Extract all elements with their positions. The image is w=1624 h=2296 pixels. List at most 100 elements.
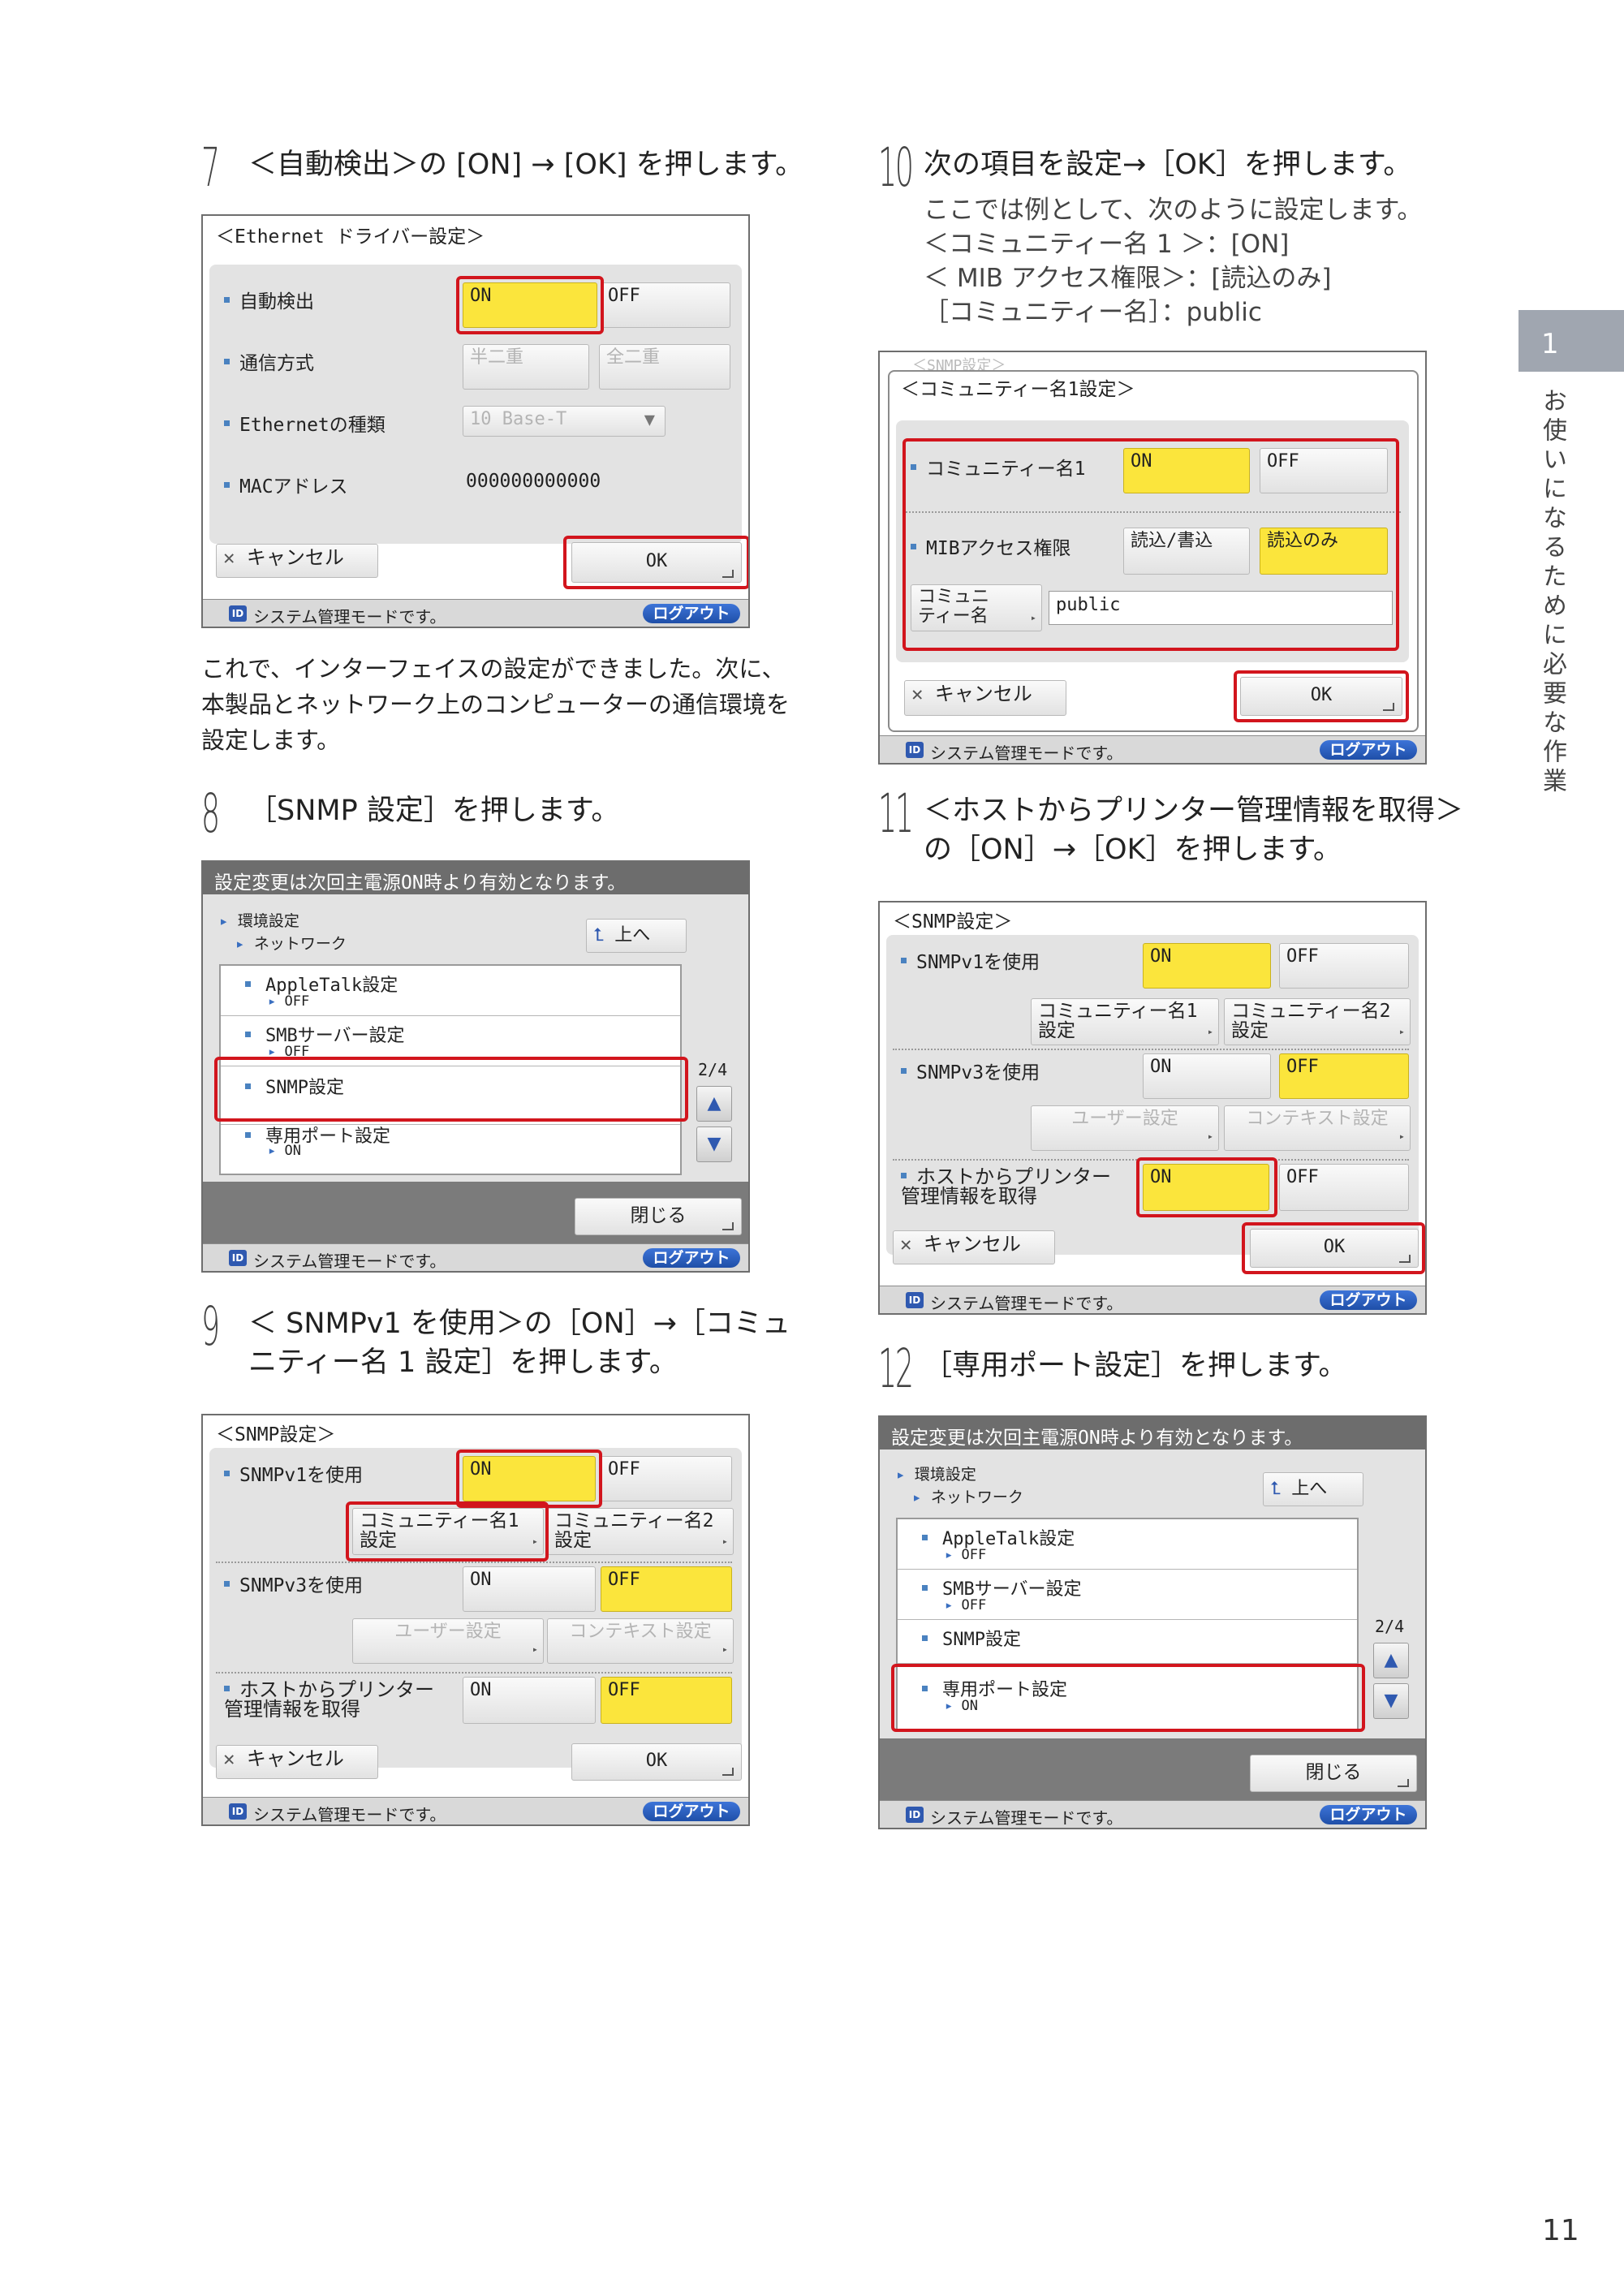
network-settings-screen: 設定変更は次回主電源ON時より有効となります。 ▸ 環境設定 ▸ ネットワーク …	[201, 860, 750, 1273]
status-bar: ID システム管理モードです。 ログアウト	[203, 599, 748, 627]
id-icon: ID	[229, 1250, 247, 1266]
logout-button[interactable]: ログアウト	[1320, 1290, 1417, 1310]
community1-settings-button[interactable]: コミュニティー名1 設定 ▸	[1031, 998, 1219, 1045]
list-item[interactable]: AppleTalk設定OFF	[221, 966, 680, 1016]
scroll-up-icon[interactable]: ▲	[1373, 1643, 1409, 1678]
ethernet-driver-screen: ＜Ethernet ドライバー設定＞ 自動検出 ON OFF 通信方式 半二重 …	[201, 214, 750, 628]
snmpv1-on-button[interactable]: ON	[1143, 943, 1271, 989]
list-item[interactable]: AppleTalk設定OFF	[898, 1519, 1357, 1570]
highlight-box	[214, 1057, 688, 1122]
chapter-tab: 1	[1518, 310, 1624, 372]
ethernet-type-label: Ethernetの種類	[224, 409, 386, 437]
close-icon: ✕	[223, 1747, 247, 1770]
cancel-button[interactable]: ✕ キャンセル	[216, 544, 378, 578]
community2-settings-button[interactable]: コミュニティー名2 設定 ▸	[547, 1508, 734, 1555]
status-bar: ID システム管理モードです。 ログアウト	[203, 1243, 748, 1271]
community-name-screen: ＜SNMP設定＞ ＜コミュニティー名1設定＞ コミュニティー名1 ON OFF …	[878, 351, 1427, 765]
network-settings-screen: 設定変更は次回主電源ON時より有効となります。 ▸ 環境設定 ▸ ネットワーク …	[878, 1415, 1427, 1829]
community2-settings-button[interactable]: コミュニティー名2 設定 ▸	[1224, 998, 1411, 1045]
snmpv1-off-button[interactable]: OFF	[1279, 943, 1409, 989]
screen-heading: ＜Ethernet ドライバー設定＞	[216, 226, 485, 248]
id-icon: ID	[906, 742, 924, 758]
cancel-button[interactable]: ✕ キャンセル	[216, 1745, 378, 1779]
chapter-title: お使いになるために必要な作業	[1538, 388, 1566, 797]
logout-button[interactable]: ログアウト	[643, 1248, 740, 1268]
step7-result-text: これで、インターフェイスの設定ができました。次に、本製品とネットワーク上のコンピ…	[201, 655, 790, 754]
close-icon: ✕	[223, 546, 247, 569]
notice-bar: 設定変更は次回主電源ON時より有効となります。	[880, 1417, 1425, 1450]
breadcrumb: ▸ ネットワーク	[912, 1488, 1023, 1506]
dialog-heading: ＜コミュニティー名1設定＞	[901, 379, 1135, 400]
close-button[interactable]: 閉じる	[1250, 1755, 1417, 1792]
up-button[interactable]: ⮤ 上へ	[1263, 1472, 1363, 1506]
list-item[interactable]: SMBサーバー設定OFF	[898, 1570, 1357, 1620]
full-duplex-button[interactable]: 全二重	[599, 344, 730, 390]
breadcrumb: ▸ 環境設定	[219, 912, 299, 930]
scroll-up-icon[interactable]: ▲	[696, 1086, 732, 1122]
ethernet-type-select[interactable]: 10 Base-T ▼	[463, 406, 666, 437]
snmp-settings-screen: ＜SNMP設定＞ SNMPv1を使用 ON OFF コミュニティー名1 設定 ▸ …	[878, 901, 1427, 1315]
snmpv3-on-button[interactable]: ON	[1143, 1053, 1271, 1099]
step-title: 次の項目を設定→［OK］を押します。	[924, 149, 1412, 181]
scroll-down-icon[interactable]: ▼	[1373, 1683, 1409, 1719]
logout-button[interactable]: ログアウト	[643, 604, 740, 623]
step-description: ここでは例として、次のように設定します。	[924, 196, 1423, 225]
step-description: ＜コミュニティー名 1 ＞：[ON]	[924, 230, 1290, 259]
snmpv3-label: SNMPv3を使用	[224, 1570, 363, 1597]
scroll-down-icon[interactable]: ▼	[696, 1126, 732, 1162]
step-title: ニティー名 1 設定］を押します。	[248, 1346, 678, 1379]
divider	[216, 1562, 732, 1563]
context-settings-button[interactable]: コンテキスト設定 ▸	[1224, 1105, 1411, 1151]
status-message: システム管理モードです。	[253, 607, 446, 627]
step-number: 11	[878, 782, 914, 845]
id-icon: ID	[229, 1803, 247, 1820]
highlight-box	[902, 438, 1399, 651]
step-number: 8	[201, 782, 220, 845]
breadcrumb: ▸ 環境設定	[896, 1466, 976, 1484]
host-mib-off-button[interactable]: OFF	[1279, 1164, 1409, 1211]
status-bar: ID システム管理モードです。 ログアウト	[203, 1797, 748, 1824]
snmpv1-off-button[interactable]: OFF	[601, 1456, 732, 1501]
ok-button[interactable]: OK	[571, 1743, 742, 1781]
highlight-box	[456, 1450, 602, 1508]
host-mib-on-button[interactable]: ON	[463, 1677, 596, 1724]
cancel-button[interactable]: ✕ キャンセル	[893, 1230, 1055, 1264]
logout-button[interactable]: ログアウト	[1320, 740, 1417, 760]
half-duplex-button[interactable]: 半二重	[463, 344, 589, 390]
snmpv3-label: SNMPv3を使用	[901, 1057, 1040, 1084]
status-message: システム管理モードです。	[253, 1251, 446, 1271]
close-icon: ✕	[911, 683, 935, 705]
list-item[interactable]: 専用ポート設定ON	[221, 1125, 680, 1175]
user-settings-button[interactable]: ユーザー設定 ▸	[352, 1618, 544, 1664]
step-title: ［専用ポート設定］を押します。	[924, 1350, 1347, 1382]
snmpv3-off-button[interactable]: OFF	[601, 1566, 732, 1612]
user-settings-button[interactable]: ユーザー設定 ▸	[1031, 1105, 1219, 1151]
step-title: ＜自動検出＞の [ON] → [OK] を押します。	[248, 149, 804, 181]
breadcrumb: ▸ ネットワーク	[235, 935, 347, 953]
divider	[216, 1672, 732, 1674]
list-item[interactable]: SNMP設定	[898, 1620, 1357, 1664]
auto-detect-off-button[interactable]: OFF	[601, 282, 730, 328]
screen-heading: ＜SNMP設定＞	[216, 1424, 336, 1445]
up-button[interactable]: ⮤ 上へ	[586, 919, 687, 953]
highlight-box	[891, 1664, 1365, 1732]
page-number: 11	[1542, 2214, 1579, 2247]
step-title: ＜ホストからプリンター管理情報を取得＞	[924, 795, 1464, 827]
host-mib-off-button[interactable]: OFF	[601, 1677, 732, 1724]
logout-button[interactable]: ログアウト	[643, 1802, 740, 1821]
dialog: ＜コミュニティー名1設定＞ コミュニティー名1 ON OFF MIBアクセス権限…	[888, 370, 1419, 732]
snmpv3-off-button[interactable]: OFF	[1279, 1053, 1409, 1099]
page-indicator: 2/4	[698, 1060, 728, 1079]
page-indicator: 2/4	[1375, 1617, 1405, 1636]
context-settings-button[interactable]: コンテキスト設定 ▸	[547, 1618, 734, 1664]
close-button[interactable]: 閉じる	[575, 1198, 742, 1235]
status-message: システム管理モードです。	[930, 743, 1123, 763]
highlight-box	[456, 276, 604, 334]
snmpv3-on-button[interactable]: ON	[463, 1566, 596, 1612]
cancel-button[interactable]: ✕ キャンセル	[904, 680, 1066, 716]
logout-button[interactable]: ログアウト	[1320, 1805, 1417, 1824]
step-number: 12	[878, 1338, 914, 1400]
highlight-box	[1234, 670, 1409, 722]
status-message: システム管理モードです。	[253, 1805, 446, 1824]
up-arrow-icon: ⮤	[1270, 1479, 1292, 1499]
